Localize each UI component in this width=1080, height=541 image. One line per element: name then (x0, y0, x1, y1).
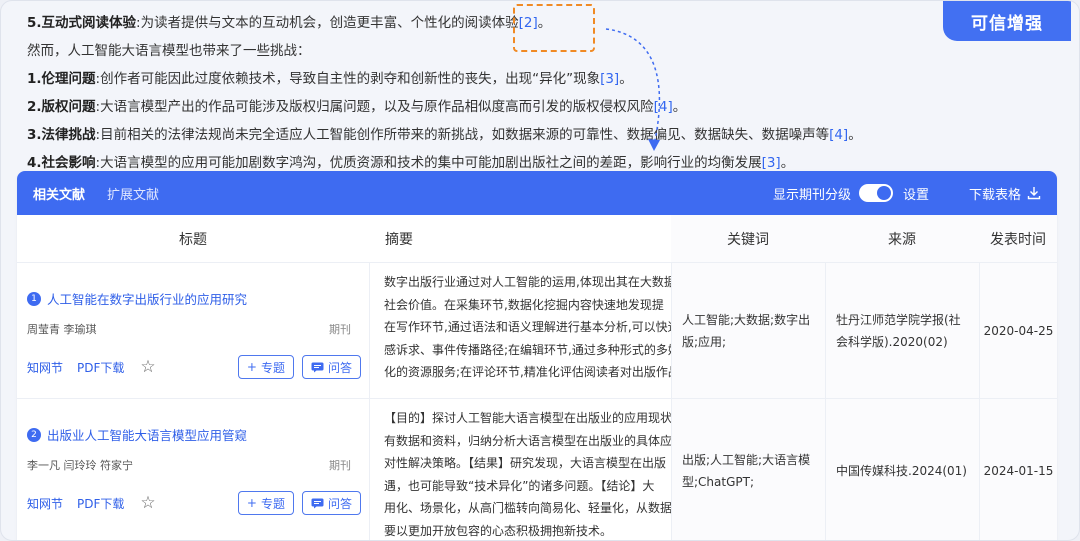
tab-extended[interactable]: 扩展文献 (107, 184, 159, 203)
item-number: 5. (27, 15, 42, 31)
item-text: :创作者可能因此过度依赖技术，导致自主性的剥夺和创新性的丧失，出现“异化”现象 (95, 71, 601, 87)
cnki-node-link[interactable]: 知网节 (27, 359, 63, 376)
journal-rank-toggle[interactable] (858, 184, 893, 202)
qa-button[interactable]: 问答 (301, 355, 361, 379)
tab-related[interactable]: 相关文献 (33, 184, 85, 203)
paper-title-link[interactable]: 2 出版业人工智能大语言模型应用管窥 (27, 425, 369, 444)
star-icon[interactable]: ☆ (140, 493, 155, 513)
download-icon (1027, 187, 1041, 200)
star-icon[interactable]: ☆ (140, 357, 155, 377)
header-date: 发表时间 (979, 215, 1057, 262)
pdf-download-link[interactable]: PDF下载 (77, 359, 124, 376)
references-panel: 相关文献 扩展文献 显示期刊分级 设置 下载表格 标题 摘要 关键词 来源 发表… (17, 171, 1057, 540)
chat-icon (311, 362, 324, 372)
table-header: 标题 摘要 关键词 来源 发表时间 (17, 215, 1057, 263)
content-line-copyright: 2.版权问题:大语言模型产出的作品可能涉及版权归属问题，以及与原作品相似度高而引… (27, 99, 687, 115)
row-number-badge: 2 (27, 427, 41, 442)
cnki-node-link[interactable]: 知网节 (27, 495, 63, 512)
app-frame: 5.互动式阅读体验:为读者提供与文本的互动机会，创造更丰富、个性化的阅读体验[2… (0, 0, 1080, 541)
qa-button[interactable]: 问答 (301, 491, 361, 515)
item-title: 社会影响 (41, 155, 96, 171)
table-row: 1 人工智能在数字出版行业的应用研究 周莹青 李瑜琪 期刊 知网节 PDF下载 … (17, 263, 1057, 399)
date-cell: 2024-01-15 (979, 399, 1057, 540)
item-text: :大语言模型产出的作品可能涉及版权归属问题，以及与原作品相似度高而引发的版权侵权… (95, 99, 654, 115)
plus-icon: + (246, 360, 257, 374)
add-topic-button[interactable]: + 专题 (237, 355, 294, 379)
item-text: :目前相关的法律法规尚未完全适应人工智能创作所带来的新挑战，如数据来源的可靠性、… (95, 127, 830, 143)
item-text: 然而，人工智能大语言模型也带来了一些挑战： (27, 43, 311, 59)
keywords-cell: 出版;人工智能;大语言模型;ChatGPT; (671, 399, 825, 540)
settings-button[interactable]: 设置 (903, 184, 929, 203)
plus-icon: + (246, 496, 257, 510)
content-line-legal: 3.法律挑战:目前相关的法律法规尚未完全适应人工智能创作所带来的新挑战，如数据来… (27, 127, 862, 143)
title-cell: 2 出版业人工智能大语言模型应用管窥 李一凡 闫玲玲 符家宁 期刊 知网节 PD… (17, 399, 369, 540)
item-title: 法律挑战 (41, 127, 96, 143)
abstract-cell: 【目的】探讨人工智能大语言模型在出版业的应用现状 有数据和资料，归纳分析大语言模… (369, 399, 671, 540)
chat-icon (311, 498, 324, 508)
item-title: 互动式阅读体验 (41, 15, 137, 31)
paper-title-link[interactable]: 1 人工智能在数字出版行业的应用研究 (27, 289, 369, 308)
journal-rank-label: 显示期刊分级 (772, 187, 851, 203)
item-title: 版权问题 (41, 99, 96, 115)
header-source: 来源 (825, 215, 979, 262)
table-row: 2 出版业人工智能大语言模型应用管窥 李一凡 闫玲玲 符家宁 期刊 知网节 PD… (17, 399, 1057, 540)
title-cell: 1 人工智能在数字出版行业的应用研究 周莹青 李瑜琪 期刊 知网节 PDF下载 … (17, 263, 369, 398)
item-title: 伦理问题 (41, 71, 96, 87)
header-keywords: 关键词 (671, 215, 825, 262)
source-cell: 中国传媒科技.2024(01) (825, 399, 979, 540)
pdf-download-link[interactable]: PDF下载 (77, 495, 124, 512)
connector-arrow-icon (605, 28, 661, 151)
panel-header: 相关文献 扩展文献 显示期刊分级 设置 下载表格 (17, 171, 1057, 215)
date-cell: 2020-04-25 (979, 263, 1057, 398)
add-topic-button[interactable]: + 专题 (237, 491, 294, 515)
download-table-button[interactable]: 下载表格 (969, 184, 1041, 203)
authors: 李一凡 闫玲玲 符家宁 (27, 459, 133, 472)
keywords-cell: 人工智能;大数据;数字出版;应用; (671, 263, 825, 398)
row-number-badge: 1 (27, 291, 41, 306)
authors: 周莹青 李瑜琪 (27, 323, 97, 336)
abstract-cell: 数字出版行业通过对人工智能的运用,体现出其在大数据 社会价值。在采集环节,数据化… (369, 263, 671, 398)
citation-link[interactable]: [4] (829, 127, 848, 143)
trust-enhance-badge[interactable]: 可信增强 (943, 1, 1071, 41)
doc-type: 期刊 (329, 459, 351, 472)
item-text: :为读者提供与文本的互动机会，创造更丰富、个性化的阅读体验 (136, 15, 519, 31)
header-abstract: 摘要 (385, 231, 413, 248)
citation-highlight-box (513, 4, 595, 52)
citation-link[interactable]: [3] (762, 155, 781, 171)
content-line-ethics: 1.伦理问题:创作者可能因此过度依赖技术，导致自主性的剥夺和创新性的丧失，出现“… (27, 71, 633, 87)
source-cell: 牡丹江师范学院学报(社会科学版).2020(02) (825, 263, 979, 398)
header-title: 标题 (179, 231, 207, 248)
doc-type: 期刊 (329, 323, 351, 336)
